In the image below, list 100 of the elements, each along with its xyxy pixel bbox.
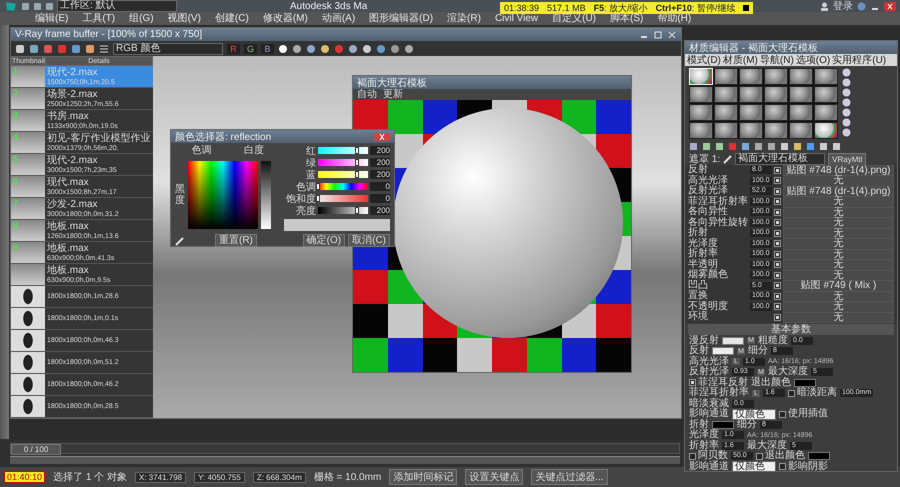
tab[interactable]: 自动: [357, 89, 377, 100]
checkbox[interactable]: [774, 188, 781, 195]
checkbox[interactable]: [788, 390, 795, 397]
material-slot[interactable]: [814, 68, 838, 85]
coordinate-field[interactable]: X: 3741.798: [134, 472, 186, 482]
rollout-header[interactable]: 基本参数: [688, 324, 894, 334]
checkbox[interactable]: [756, 452, 763, 460]
checkbox[interactable]: [774, 272, 781, 279]
checkbox[interactable]: [774, 250, 781, 258]
tab[interactable]: 更新: [383, 89, 403, 100]
material-slot[interactable]: [739, 86, 763, 103]
map-button[interactable]: 无: [783, 217, 894, 228]
material-slot[interactable]: [714, 104, 738, 121]
menu-item[interactable]: 动画(A): [322, 13, 356, 24]
checkbox[interactable]: [774, 219, 781, 226]
color-slider[interactable]: [318, 207, 368, 214]
slider-handle[interactable]: [355, 171, 360, 178]
close-icon[interactable]: [374, 132, 390, 140]
color-slider[interactable]: [318, 195, 368, 202]
material-slot[interactable]: [764, 104, 788, 121]
checkbox[interactable]: [689, 379, 696, 386]
checkbox[interactable]: [779, 410, 786, 418]
checkbox[interactable]: [774, 198, 781, 206]
channel-dropdown[interactable]: 仅颜色: [732, 408, 776, 420]
square-icon[interactable]: [71, 44, 81, 54]
color-spectrum[interactable]: [188, 161, 258, 229]
menu-item[interactable]: 组(G): [129, 13, 154, 24]
circle-icon[interactable]: [306, 44, 316, 54]
close-icon[interactable]: [884, 2, 896, 10]
material-slot[interactable]: [789, 68, 813, 85]
square-icon[interactable]: [85, 44, 95, 54]
checkbox[interactable]: [774, 230, 781, 237]
menu-item[interactable]: 模式(D): [687, 54, 721, 66]
material-slot[interactable]: [814, 122, 838, 139]
checkbox[interactable]: [774, 282, 781, 290]
maximize-icon[interactable]: [653, 30, 663, 38]
menu-item[interactable]: 导航(N): [760, 54, 794, 66]
material-type-button[interactable]: VRayMtl: [828, 152, 866, 166]
channel-button[interactable]: B: [261, 44, 274, 54]
value-field[interactable]: 200: [370, 206, 390, 215]
material-slot[interactable]: [764, 68, 788, 85]
channel-dropdown[interactable]: RGB 颜色: [113, 42, 223, 54]
slider-handle[interactable]: [355, 159, 360, 166]
material-slot[interactable]: [789, 122, 813, 139]
slider-handle[interactable]: [316, 183, 320, 190]
circle-icon[interactable]: [362, 44, 372, 54]
checkbox[interactable]: [774, 261, 781, 268]
checkbox[interactable]: [774, 208, 781, 216]
map-button[interactable]: 无: [783, 238, 894, 250]
color-slider[interactable]: [318, 183, 368, 190]
material-slot[interactable]: [714, 68, 738, 85]
material-slot[interactable]: [789, 104, 813, 121]
color-slider[interactable]: [318, 159, 368, 166]
material-slot[interactable]: [689, 122, 713, 139]
material-name-dropdown[interactable]: 褐面大理石模板: [735, 153, 826, 165]
eyedropper-icon[interactable]: [175, 236, 185, 246]
coordinate-field[interactable]: Z: 668.304m: [252, 472, 306, 482]
color-swatch[interactable]: [794, 378, 816, 387]
material-slot[interactable]: [689, 104, 713, 121]
slider-handle[interactable]: [355, 207, 360, 214]
slider-handle[interactable]: [316, 195, 320, 202]
circle-icon[interactable]: [278, 44, 288, 54]
cancel-button[interactable]: 取消(C): [348, 234, 390, 247]
coordinate-field[interactable]: Y: 4050.755: [194, 472, 245, 482]
user-icon[interactable]: [820, 2, 829, 10]
map-button[interactable]: 无: [783, 196, 894, 208]
value-field[interactable]: 200: [370, 158, 390, 167]
help-icon[interactable]: [857, 2, 866, 10]
material-slot[interactable]: [739, 122, 763, 139]
material-slot[interactable]: [739, 68, 763, 85]
slider-handle[interactable]: [355, 147, 360, 154]
workspace-dropdown[interactable]: 工作区: 默认: [57, 0, 177, 12]
add-time-tag-button[interactable]: 添加时间标记: [389, 469, 458, 485]
menu-item[interactable]: 渲染(R): [447, 13, 481, 24]
menu-item[interactable]: 视图(V): [168, 13, 201, 24]
menu-item[interactable]: Civil View: [494, 13, 538, 24]
reset-button[interactable]: 重置(R): [215, 234, 257, 247]
map-button[interactable]: 无: [783, 301, 894, 312]
material-slot[interactable]: [814, 104, 838, 121]
ok-button[interactable]: 确定(O): [302, 234, 346, 247]
checkbox[interactable]: [774, 303, 781, 310]
checkbox[interactable]: [774, 177, 781, 184]
material-slot[interactable]: [689, 86, 713, 103]
key-filters-button[interactable]: 关键点过滤器...: [531, 469, 608, 485]
color-swatch[interactable]: [712, 347, 734, 356]
map-button[interactable]: 无: [783, 175, 894, 186]
circle-icon[interactable]: [348, 44, 358, 54]
close-icon[interactable]: [667, 30, 677, 38]
checkbox[interactable]: [779, 463, 786, 470]
value-field[interactable]: 200: [370, 170, 390, 179]
menu-item[interactable]: 图形编辑器(D): [369, 13, 434, 24]
checkbox[interactable]: [774, 292, 781, 300]
checkbox[interactable]: [689, 452, 696, 460]
color-swatch[interactable]: [712, 420, 734, 429]
checkbox[interactable]: [774, 240, 781, 248]
circle-icon[interactable]: [320, 44, 330, 54]
checkbox[interactable]: [774, 166, 781, 174]
menu-item[interactable]: 选项(O): [796, 54, 830, 66]
menu-item[interactable]: 工具(T): [82, 13, 116, 24]
map-button[interactable]: 无: [783, 259, 894, 270]
